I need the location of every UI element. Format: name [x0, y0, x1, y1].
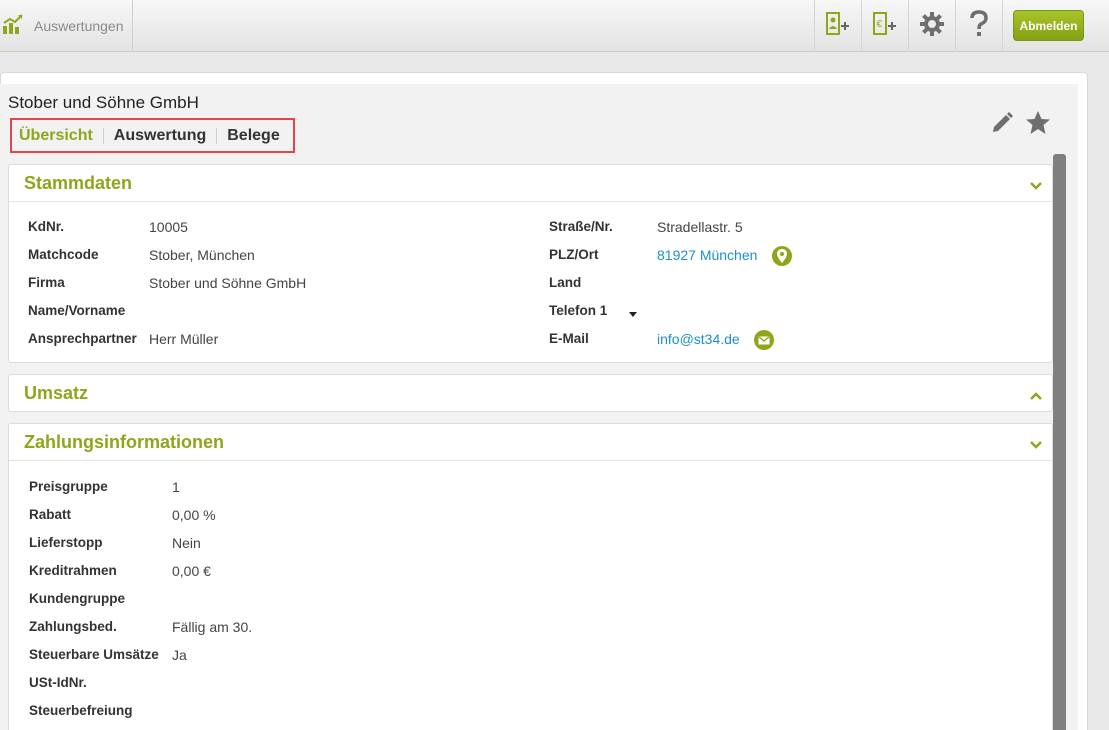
field-label: Ansprechpartner	[28, 331, 137, 346]
email-link[interactable]: info@st34.de	[657, 331, 740, 347]
map-pin-icon[interactable]	[772, 246, 792, 266]
kreditrahmen-value: 0,00 €	[172, 563, 211, 579]
tab-belege[interactable]: Belege	[217, 127, 289, 144]
steuerbare-umsaetze-value: Ja	[172, 647, 187, 663]
field-label: Name/Vorname	[28, 303, 126, 318]
preisgruppe-value: 1	[172, 479, 180, 495]
chevron-up-icon[interactable]	[1029, 388, 1043, 406]
tab-uebersicht[interactable]: Übersicht	[19, 127, 104, 144]
gear-icon	[919, 11, 945, 42]
settings-button[interactable]	[908, 0, 955, 52]
page-title: Stober und Söhne GmbH	[8, 93, 199, 112]
field-label: Steuerbare Umsätze	[29, 647, 159, 662]
field-label: Zahlungsbed.	[29, 619, 117, 634]
zahlungsbed-value: Fällig am 30.	[172, 619, 253, 635]
add-document-button[interactable]: €	[861, 0, 908, 52]
rabatt-value: 0,00 %	[172, 507, 216, 523]
lieferstopp-value: Nein	[172, 535, 201, 551]
field-label: Straße/Nr.	[549, 219, 613, 234]
field-label: Kundengruppe	[29, 591, 125, 606]
nav-label: Auswertungen	[34, 18, 124, 34]
help-icon	[969, 9, 989, 43]
field-label: Kreditrahmen	[29, 563, 117, 578]
field-label: Lieferstopp	[29, 535, 103, 550]
add-contact-icon	[824, 11, 852, 42]
caret-down-icon[interactable]	[628, 305, 638, 321]
field-label: Steuerbefreiung	[29, 703, 133, 718]
firma-value: Stober und Söhne GmbH	[149, 275, 307, 291]
telefon-select[interactable]: Telefon 1	[549, 303, 607, 318]
plz-ort-link[interactable]: 81927 München	[657, 247, 757, 263]
umsatz-section: Umsatz	[8, 374, 1053, 412]
field-label: KdNr.	[28, 219, 65, 234]
logout-button[interactable]: Abmelden	[1013, 10, 1084, 41]
section-title: Stammdaten	[24, 172, 133, 193]
field-label: USt-IdNr.	[29, 675, 87, 690]
field-label: E-Mail	[549, 331, 589, 346]
field-label: Rabatt	[29, 507, 72, 522]
star-icon[interactable]	[1025, 110, 1051, 141]
ansprechpartner-value: Herr Müller	[149, 331, 219, 347]
mail-icon[interactable]	[754, 330, 774, 350]
stammdaten-section: Stammdaten KdNr. 10005 Matchcode Stober,…	[8, 164, 1053, 363]
nav-auswertungen[interactable]: Auswertungen	[0, 0, 133, 52]
kdnr-value: 10005	[149, 219, 188, 235]
stammdaten-header[interactable]: Stammdaten	[9, 165, 1052, 202]
top-bar: Auswertungen € Abmelden	[0, 0, 1109, 52]
help-button[interactable]	[955, 0, 1003, 52]
section-title: Umsatz	[24, 383, 89, 403]
svg-text:€: €	[877, 19, 883, 30]
chevron-down-icon[interactable]	[1029, 437, 1043, 455]
chevron-down-icon[interactable]	[1029, 178, 1043, 196]
field-label: Firma	[28, 275, 65, 290]
zahlungsinformationen-section: Zahlungsinformationen Preisgruppe 1 Raba…	[8, 423, 1053, 730]
matchcode-value: Stober, München	[149, 247, 255, 263]
field-label: PLZ/Ort	[549, 247, 599, 262]
add-contact-button[interactable]	[814, 0, 861, 52]
section-title: Zahlungsinformationen	[24, 431, 224, 452]
scrollbar[interactable]	[1053, 154, 1066, 730]
pencil-icon[interactable]	[990, 111, 1014, 140]
field-label: Matchcode	[28, 247, 99, 262]
chart-icon	[2, 13, 24, 40]
field-label: Land	[549, 275, 582, 290]
add-document-icon: €	[871, 11, 899, 42]
umsatz-header[interactable]: Umsatz	[9, 375, 1052, 412]
field-label: Preisgruppe	[29, 479, 108, 494]
tab-auswertung[interactable]: Auswertung	[104, 127, 218, 144]
zahlung-header[interactable]: Zahlungsinformationen	[9, 424, 1052, 461]
tab-bar: Übersicht Auswertung Belege	[10, 118, 295, 153]
strasse-value: Stradellastr. 5	[657, 219, 743, 235]
